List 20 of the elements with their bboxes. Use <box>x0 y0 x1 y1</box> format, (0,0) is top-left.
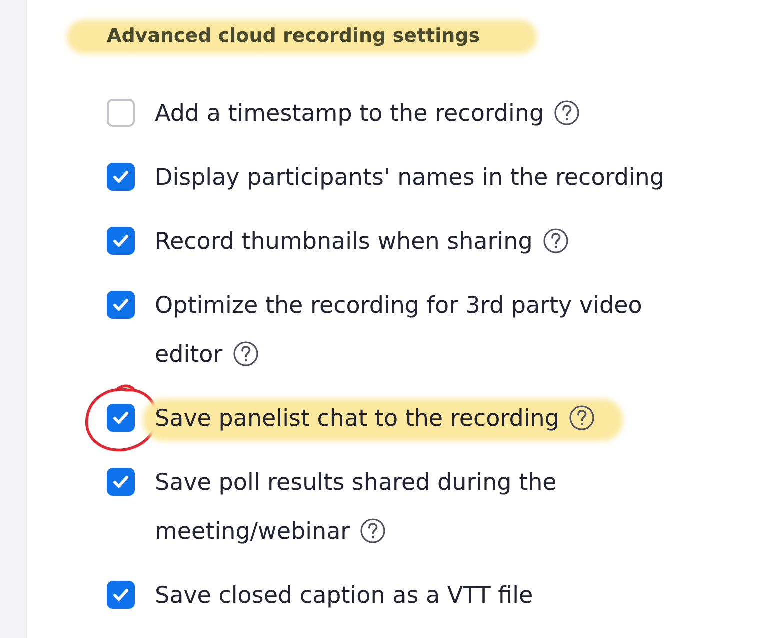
option-label: Save closed caption as a VTT file <box>155 583 534 609</box>
option-label: Add a timestamp to the recording <box>155 101 580 127</box>
help-icon[interactable] <box>542 228 569 254</box>
checkbox[interactable] <box>107 468 135 496</box>
help-icon[interactable] <box>360 518 386 544</box>
checkbox[interactable] <box>107 291 135 319</box>
option-label: Record thumbnails when sharing <box>155 229 569 255</box>
help-icon[interactable] <box>232 341 259 367</box>
option-label: Save poll results shared during the meeting/webinar <box>155 470 557 545</box>
checkbox[interactable] <box>107 163 135 191</box>
checkbox[interactable] <box>107 581 135 609</box>
section-title: Advanced cloud recording settings <box>107 25 480 47</box>
help-icon[interactable] <box>554 100 580 126</box>
option-label: Save panelist chat to the recording <box>155 406 596 432</box>
help-icon[interactable] <box>569 405 596 431</box>
option-label: Display participants' names in the recording <box>155 165 664 191</box>
checkbox[interactable] <box>107 404 135 432</box>
option-label: Optimize the recording for 3rd party video editor <box>155 293 642 368</box>
checkbox[interactable] <box>107 227 135 255</box>
checkbox[interactable] <box>107 99 135 127</box>
